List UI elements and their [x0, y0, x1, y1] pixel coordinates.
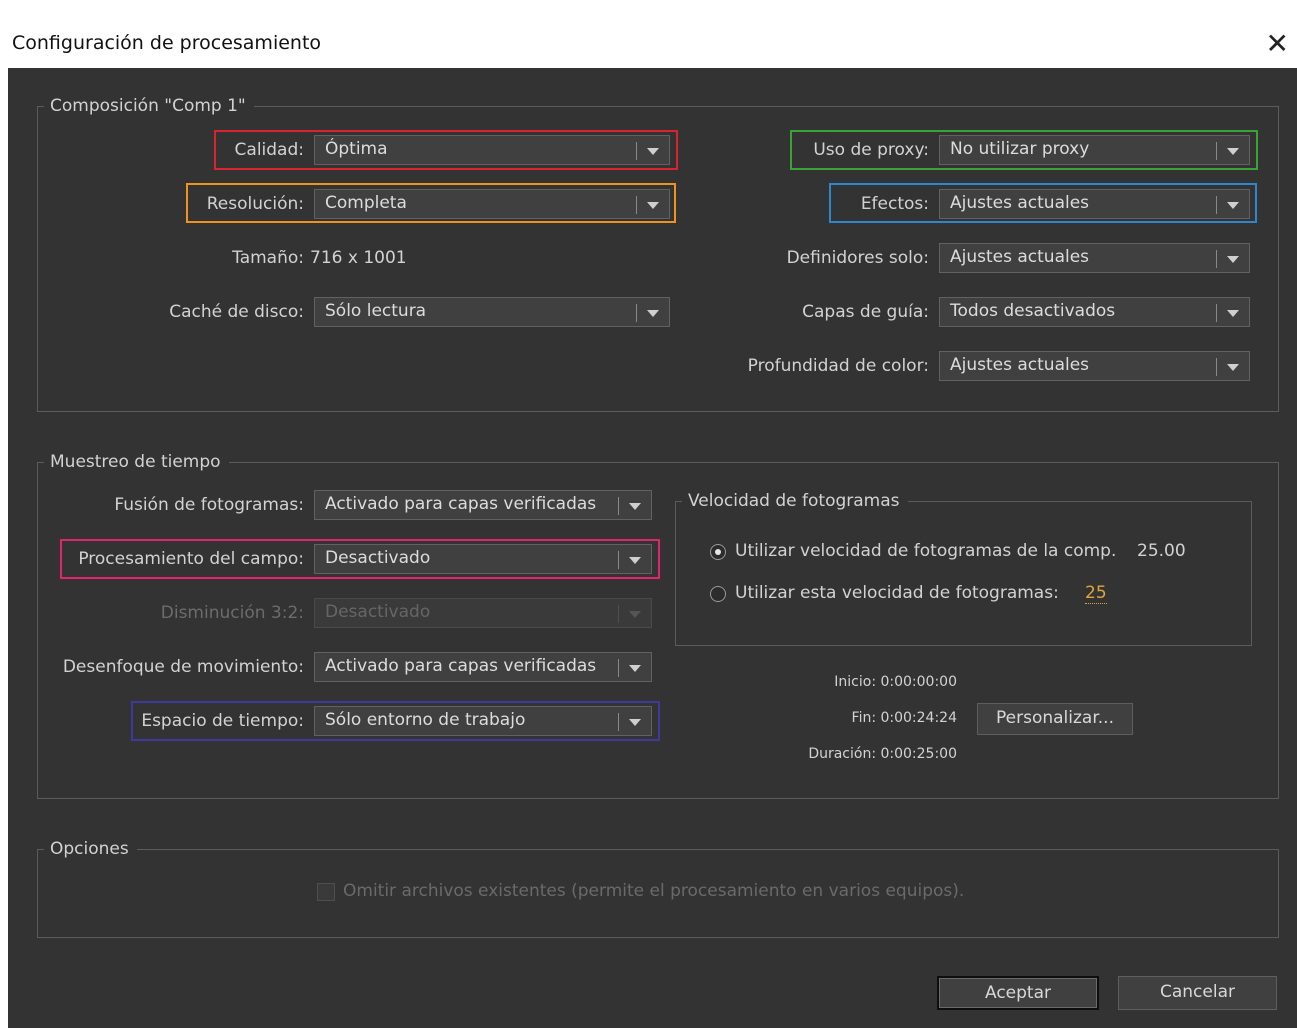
chevron-down-icon: [629, 557, 641, 564]
proxy-dropdown[interactable]: No utilizar proxy: [939, 135, 1250, 165]
use-comp-rate-label: Utilizar velocidad de fotogramas de la c…: [735, 541, 1117, 561]
size-value: 716 x 1001: [310, 248, 407, 268]
quality-value: Óptima: [325, 139, 388, 159]
title-bar: Configuración de procesamiento ✕: [0, 22, 1297, 68]
effects-dropdown[interactable]: Ajustes actuales: [939, 189, 1250, 219]
customize-button[interactable]: Personalizar...: [977, 703, 1133, 735]
disk-cache-value: Sólo lectura: [325, 301, 427, 321]
resolution-value: Completa: [325, 193, 407, 213]
chevron-down-icon: [647, 202, 659, 209]
end-time: Fin: 0:00:24:24: [851, 710, 957, 726]
time-span-label: Espacio de tiempo:: [141, 711, 304, 731]
custom-rate-input[interactable]: 25: [1085, 583, 1107, 604]
start-time: Inicio: 0:00:00:00: [834, 674, 957, 690]
frame-rate-legend: Velocidad de fotogramas: [682, 491, 908, 511]
effects-label: Efectos:: [860, 194, 929, 214]
quality-label: Calidad:: [234, 140, 304, 160]
chevron-down-icon: [1227, 256, 1239, 263]
time-span-dropdown[interactable]: Sólo entorno de trabajo: [314, 706, 652, 736]
chevron-down-icon: [1227, 310, 1239, 317]
frame-blending-dropdown[interactable]: Activado para capas verificadas: [314, 490, 652, 520]
guide-layers-dropdown[interactable]: Todos desactivados: [939, 297, 1250, 327]
motion-blur-label: Desenfoque de movimiento:: [62, 657, 304, 677]
pulldown-label: Disminución 3:2:: [160, 603, 304, 623]
field-render-value: Desactivado: [325, 548, 431, 568]
pulldown-value: Desactivado: [325, 602, 431, 622]
disk-cache-dropdown[interactable]: Sólo lectura: [314, 297, 670, 327]
use-custom-rate-radio[interactable]: [710, 586, 726, 602]
solo-dropdown[interactable]: Ajustes actuales: [939, 243, 1250, 273]
size-label: Tamaño:: [232, 248, 304, 268]
comp-rate-value: 25.00: [1137, 541, 1186, 561]
pulldown-dropdown: Desactivado: [314, 598, 652, 628]
time-span-value: Sólo entorno de trabajo: [325, 710, 526, 730]
use-comp-rate-radio[interactable]: [710, 544, 726, 560]
quality-dropdown[interactable]: Óptima: [314, 135, 670, 165]
resolution-label: Resolución:: [206, 194, 304, 214]
guide-layers-value: Todos desactivados: [950, 301, 1116, 321]
skip-existing-files-checkbox: [317, 883, 335, 901]
chevron-down-icon: [629, 611, 641, 618]
skip-existing-files-label: Omitir archivos existentes (permite el p…: [343, 881, 965, 901]
field-render-label: Procesamiento del campo:: [78, 549, 304, 569]
render-settings-dialog: Composición "Comp 1" Calidad: Óptima Res…: [8, 68, 1297, 1028]
duration-time: Duración: 0:00:25:00: [808, 746, 957, 762]
composition-legend: Composición "Comp 1": [44, 96, 254, 116]
ok-button[interactable]: Aceptar: [937, 976, 1099, 1010]
motion-blur-value: Activado para capas verificadas: [325, 656, 597, 676]
color-depth-value: Ajustes actuales: [950, 355, 1090, 375]
disk-cache-label: Caché de disco:: [169, 302, 304, 322]
frame-blending-label: Fusión de fotogramas:: [114, 495, 304, 515]
chevron-down-icon: [629, 719, 641, 726]
motion-blur-dropdown[interactable]: Activado para capas verificadas: [314, 652, 652, 682]
proxy-value: No utilizar proxy: [950, 139, 1090, 159]
color-depth-dropdown[interactable]: Ajustes actuales: [939, 351, 1250, 381]
chevron-down-icon: [629, 665, 641, 672]
chevron-down-icon: [629, 503, 641, 510]
frame-rate-group: [675, 501, 1252, 646]
window-title: Configuración de procesamiento: [12, 32, 322, 54]
color-depth-label: Profundidad de color:: [747, 356, 929, 376]
time-sampling-legend: Muestreo de tiempo: [44, 452, 229, 472]
solo-label: Definidores solo:: [786, 248, 929, 268]
effects-value: Ajustes actuales: [950, 193, 1090, 213]
chevron-down-icon: [1227, 202, 1239, 209]
use-custom-rate-label: Utilizar esta velocidad de fotogramas:: [735, 583, 1059, 603]
frame-blending-value: Activado para capas verificadas: [325, 494, 597, 514]
solo-value: Ajustes actuales: [950, 247, 1090, 267]
options-legend: Opciones: [44, 839, 137, 859]
chevron-down-icon: [1227, 148, 1239, 155]
chevron-down-icon: [1227, 364, 1239, 371]
resolution-dropdown[interactable]: Completa: [314, 189, 670, 219]
proxy-label: Uso de proxy:: [813, 140, 929, 160]
cancel-button[interactable]: Cancelar: [1118, 976, 1277, 1010]
chevron-down-icon: [647, 148, 659, 155]
chevron-down-icon: [647, 310, 659, 317]
close-icon[interactable]: ✕: [1266, 26, 1289, 62]
field-render-dropdown[interactable]: Desactivado: [314, 544, 652, 574]
guide-layers-label: Capas de guía:: [802, 302, 929, 322]
